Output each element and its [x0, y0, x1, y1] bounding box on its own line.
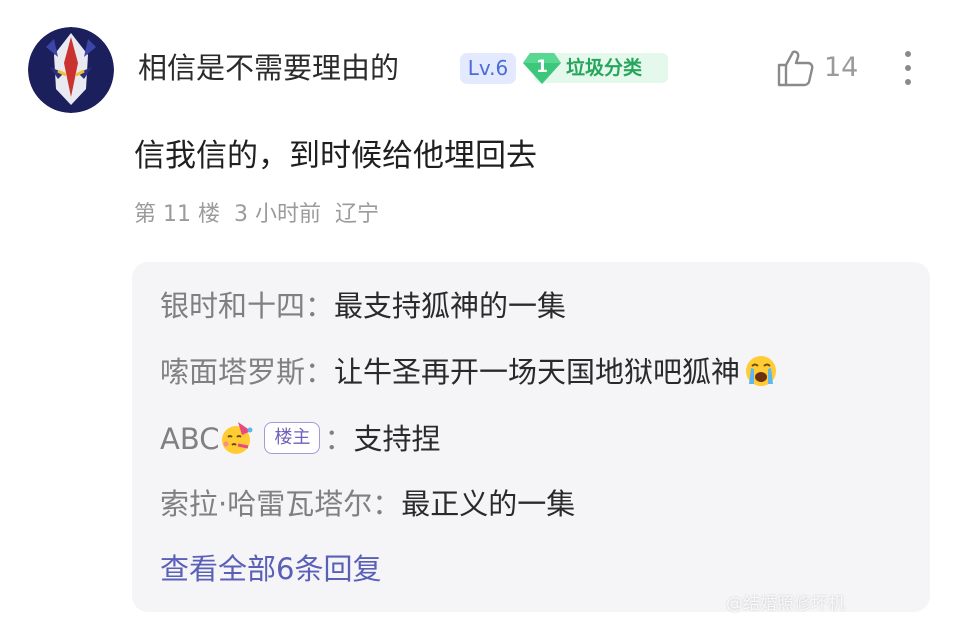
reply-author[interactable]: 索拉·哈雷瓦塔尔: [160, 487, 372, 521]
reply-item[interactable]: 索拉·哈雷瓦塔尔：最正义的一集: [160, 484, 575, 524]
reply-box: 银时和十四：最支持狐神的一集 嗦面塔罗斯：让牛圣再开一场天国地狱吧狐神 ABC: [132, 262, 930, 612]
reply-text: 让牛圣再开一场天国地狱吧狐神: [334, 355, 741, 389]
fan-badge-level: 1: [536, 57, 548, 77]
avatar[interactable]: [28, 27, 114, 113]
op-badge: 楼主: [264, 422, 321, 454]
reply-text: 支持捏: [353, 422, 441, 456]
fan-badge[interactable]: 1 垃圾分类: [522, 51, 668, 85]
view-all-replies-link[interactable]: 查看全部6条回复: [160, 549, 381, 589]
reply-separator: ：: [324, 422, 354, 456]
more-vertical-icon[interactable]: [896, 46, 920, 90]
reply-separator: ：: [372, 487, 402, 521]
reply-separator: ：: [305, 355, 335, 389]
comment-card: 相信是不需要理由的 Lv.6 1 垃圾分类 14 信我信的，到时候给他埋回去 第…: [0, 0, 960, 634]
reply-item[interactable]: 银时和十四：最支持狐神的一集: [160, 286, 566, 326]
party-face-icon: [222, 422, 253, 454]
comment-meta: 第 11 楼 3 小时前 辽宁: [134, 199, 393, 231]
reply-text: 最支持狐神的一集: [334, 289, 567, 323]
username[interactable]: 相信是不需要理由的: [138, 48, 399, 88]
level-badge: Lv.6: [460, 53, 516, 84]
fan-badge-name: 垃圾分类: [566, 57, 643, 79]
reply-item[interactable]: ABC 楼主 ：支持捏: [160, 419, 441, 459]
thumbs-up-icon[interactable]: [774, 47, 816, 89]
comment-text: 信我信的，到时候给他埋回去: [134, 138, 537, 174]
reply-author[interactable]: 嗦面塔罗斯: [160, 355, 305, 389]
floor-number: 第 11 楼: [134, 202, 220, 227]
like-count: 14: [824, 52, 859, 83]
reply-separator: ：: [305, 289, 335, 323]
crying-face-icon: [746, 356, 777, 386]
reply-author[interactable]: 银时和十四: [160, 289, 305, 323]
post-time: 3 小时前: [233, 202, 321, 227]
location: 辽宁: [334, 202, 379, 227]
watermark: @结婚照修坏机: [726, 594, 845, 614]
reply-item[interactable]: 嗦面塔罗斯：让牛圣再开一场天国地狱吧狐神: [160, 352, 778, 392]
reply-author[interactable]: ABC: [160, 422, 219, 456]
reply-text: 最正义的一集: [401, 487, 576, 521]
